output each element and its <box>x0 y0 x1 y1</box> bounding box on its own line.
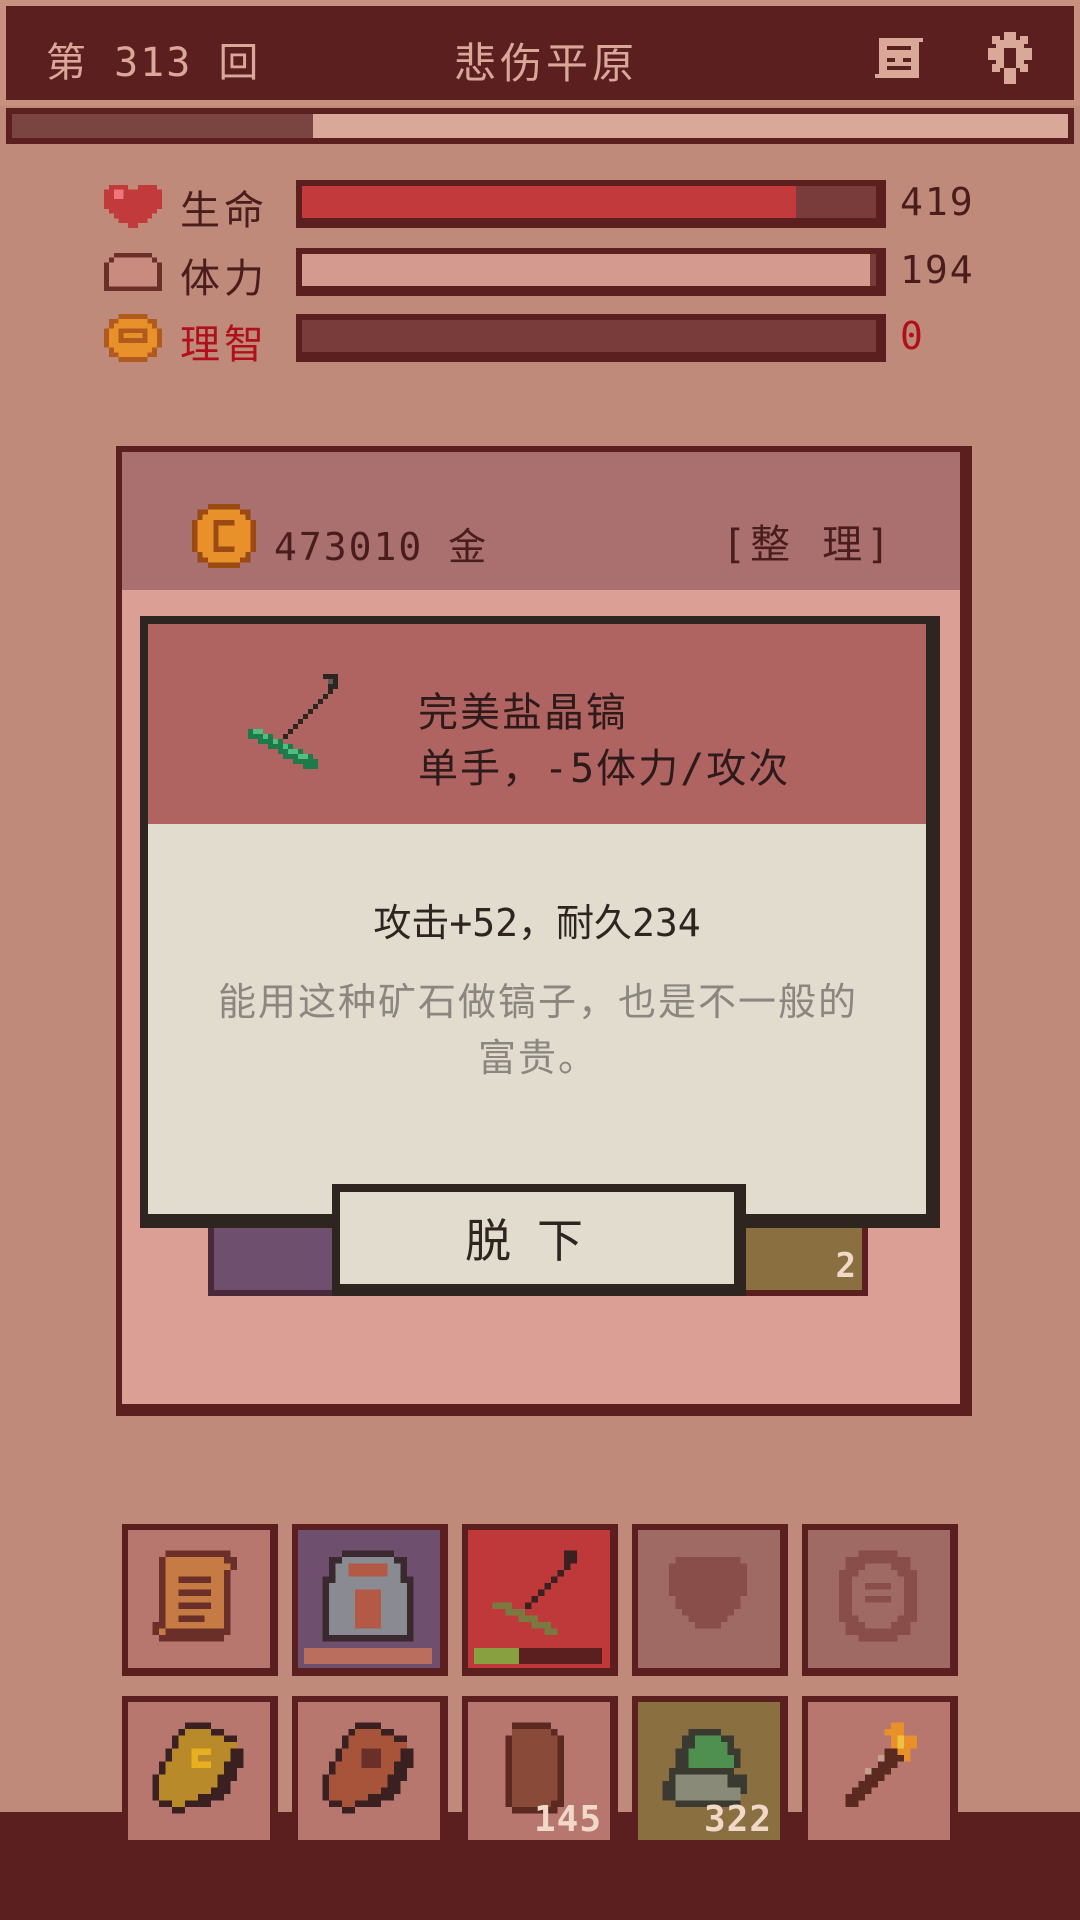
weapon-slot[interactable] <box>462 1524 618 1676</box>
pickaxe-icon <box>238 668 348 780</box>
shield-slot[interactable] <box>632 1524 788 1676</box>
torch-slot[interactable] <box>802 1696 958 1848</box>
heart-icon <box>104 180 162 228</box>
item-name: 完美盐晶镐 <box>418 690 628 736</box>
top-bar: 第 313 回 悲伤平原 <box>0 0 1080 106</box>
bread-icon <box>104 248 162 296</box>
stat-value: 419 <box>900 180 975 224</box>
item-subtitle: 单手，-5体力/攻次 <box>418 746 791 792</box>
armor-icon <box>322 1550 414 1642</box>
spellbook-slot[interactable] <box>122 1696 278 1848</box>
coin-icon <box>192 504 256 568</box>
pickaxe-icon <box>492 1550 577 1635</box>
stamina-bar-fill <box>302 254 871 286</box>
item-count: 145 <box>533 1799 602 1840</box>
round-progress-bar <box>6 108 1074 144</box>
item-description: 能用这种矿石做镐子，也是不一般的富贵。 <box>217 980 858 1080</box>
unequip-label: 脱下 <box>340 1192 734 1284</box>
stat-label: 理智 <box>180 322 268 368</box>
life-bar-fill <box>302 186 796 218</box>
tome-slot[interactable] <box>292 1696 448 1848</box>
stat-label: 生命 <box>180 188 268 234</box>
torch-icon <box>845 1722 917 1807</box>
unequip-button[interactable]: 脱下 <box>332 1184 746 1296</box>
item-stats: 攻击+52，耐久234 <box>373 901 701 945</box>
gear-icon[interactable] <box>984 32 1036 84</box>
shield-icon <box>669 1557 747 1629</box>
sanity-bar <box>296 314 886 362</box>
round-progress-fill <box>12 114 313 138</box>
scroll-icon <box>152 1550 237 1642</box>
ring-slot[interactable] <box>802 1524 958 1676</box>
stat-value: 194 <box>900 248 975 292</box>
armor-slot[interactable] <box>292 1524 448 1676</box>
ring-icon <box>839 1550 917 1642</box>
ore-slot[interactable]: 322 <box>632 1696 788 1848</box>
durability-bar <box>304 1648 432 1664</box>
stat-life: 生命 419 <box>104 176 1004 234</box>
life-bar <box>296 180 886 228</box>
tome-icon <box>322 1722 414 1814</box>
map-icon[interactable] <box>871 34 927 82</box>
scroll-slot[interactable] <box>122 1524 278 1676</box>
sort-button[interactable]: [整 理] <box>722 512 894 570</box>
stat-value: 0 <box>900 314 925 358</box>
item-tooltip: 完美盐晶镐 单手，-5体力/攻次 攻击+52，耐久234 能用这种矿石做镐子，也… <box>140 616 940 1228</box>
stamina-bar <box>296 248 886 296</box>
item-count: 2 <box>835 1246 856 1286</box>
bread-slot[interactable]: 145 <box>462 1696 618 1848</box>
stat-stamina: 体力 194 <box>104 244 1004 302</box>
gold-amount: 473010 金 <box>274 525 489 569</box>
stat-sanity: 理智 0 <box>104 310 1004 368</box>
inventory-header: 473010 金 [整 理] <box>122 452 960 590</box>
spellbook-icon <box>152 1722 244 1814</box>
stat-label: 体力 <box>180 256 268 302</box>
durability-bar <box>474 1648 602 1664</box>
item-count: 322 <box>703 1799 772 1840</box>
brain-icon <box>104 314 162 362</box>
